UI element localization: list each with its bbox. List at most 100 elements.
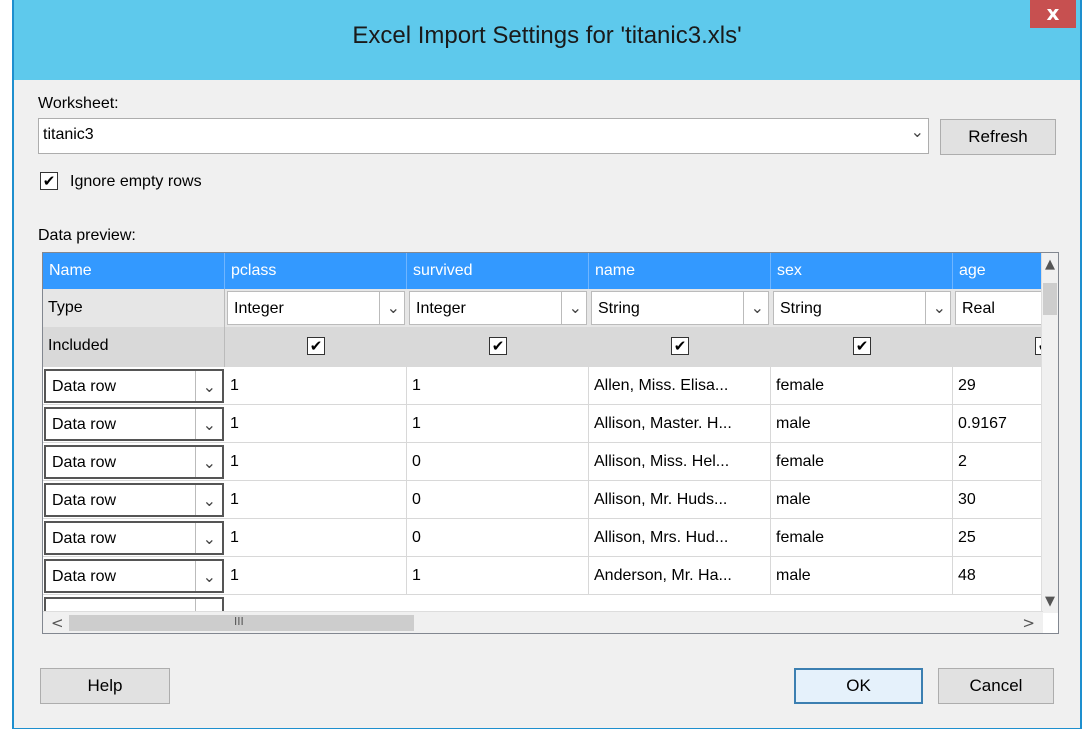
cell-age: 29 [953, 367, 1043, 405]
table-row: Data row ⌄ 1 0 Allison, Mrs. Hud... femal… [43, 519, 1043, 557]
ignore-empty-rows-checkbox[interactable]: ✔ [40, 172, 58, 190]
row-kind-value: Data row [52, 378, 117, 395]
cell-name: Anderson, Mr. Ha... [589, 557, 771, 595]
column-header-sex[interactable]: sex [771, 253, 953, 289]
chevron-down-icon: ⌄ [202, 379, 216, 396]
chevron-down-icon: ⌄ [202, 493, 216, 510]
type-value: String [780, 300, 822, 317]
cell-pclass: 1 [225, 557, 407, 595]
included-checkbox-pclass[interactable]: ✔ [307, 337, 325, 355]
type-value: Integer [234, 300, 284, 317]
cell-survived: 1 [407, 405, 589, 443]
divider [195, 485, 196, 515]
divider [195, 409, 196, 439]
column-header-age[interactable]: age [953, 253, 1043, 289]
included-checkbox-survived[interactable]: ✔ [489, 337, 507, 355]
chevron-down-icon: ⌄ [202, 455, 216, 472]
cell-survived: 1 [407, 557, 589, 595]
cell-pclass: 1 [225, 443, 407, 481]
cancel-button[interactable]: Cancel [938, 668, 1054, 704]
cell-survived: 0 [407, 481, 589, 519]
worksheet-value: titanic3 [43, 126, 94, 143]
divider [379, 292, 380, 324]
divider [925, 292, 926, 324]
data-preview-grid[interactable]: Name pclass survived name sex age Type I… [42, 252, 1059, 634]
import-settings-dialog: Excel Import Settings for 'titanic3.xls'… [12, 0, 1082, 729]
type-row-label: Type [43, 289, 225, 327]
included-row: Included ✔ ✔ ✔ ✔ ✔ [43, 327, 1043, 367]
included-row-label: Included [43, 327, 225, 367]
row-kind-dropdown[interactable]: Data row ⌄ [44, 483, 224, 517]
chevron-down-icon: ⌄ [202, 417, 216, 434]
type-dropdown-survived[interactable]: Integer ⌄ [409, 291, 587, 325]
row-kind-value: Data row [52, 492, 117, 509]
cell-name: Allison, Master. H... [589, 405, 771, 443]
chevron-down-icon: ⌄ [202, 569, 216, 586]
cell-sex: female [771, 443, 953, 481]
cell-survived: 0 [407, 443, 589, 481]
column-header-row: Name pclass survived name sex age [43, 253, 1043, 289]
help-button[interactable]: Help [40, 668, 170, 704]
refresh-button[interactable]: Refresh [940, 119, 1056, 155]
divider [195, 447, 196, 477]
type-dropdown-sex[interactable]: String ⌄ [773, 291, 951, 325]
type-value: String [598, 300, 640, 317]
grip-icon: III [234, 615, 244, 628]
type-value: Integer [416, 300, 466, 317]
horizontal-scroll-thumb[interactable]: III [69, 615, 414, 631]
table-row: Data row ⌄ 1 0 Allison, Miss. Hel... fema… [43, 443, 1043, 481]
title-bar: Excel Import Settings for 'titanic3.xls'… [14, 0, 1080, 80]
data-preview-label: Data preview: [38, 227, 136, 244]
cell-name: Allison, Miss. Hel... [589, 443, 771, 481]
cell-sex: female [771, 519, 953, 557]
header-name-label: Name [43, 253, 225, 289]
vertical-scroll-thumb[interactable] [1043, 283, 1057, 315]
close-button[interactable]: x [1030, 0, 1076, 28]
row-kind-dropdown[interactable]: Data row ⌄ [44, 445, 224, 479]
scroll-right-icon[interactable]: > [1022, 614, 1035, 632]
row-kind-dropdown[interactable]: Data row ⌄ [44, 369, 224, 403]
cell-name: Allen, Miss. Elisa... [589, 367, 771, 405]
divider [195, 371, 196, 401]
divider [195, 523, 196, 553]
table-row: Data row ⌄ 1 1 Allen, Miss. Elisa... fema… [43, 367, 1043, 405]
worksheet-dropdown[interactable]: titanic3 ⌄ [38, 118, 929, 154]
type-dropdown-age[interactable]: Real ⌄ [955, 291, 1043, 325]
cell-name: Allison, Mrs. Hud... [589, 519, 771, 557]
scroll-down-icon[interactable]: ▼ [1045, 594, 1055, 609]
worksheet-label: Worksheet: [38, 95, 119, 112]
vertical-scrollbar[interactable]: ▲ ▼ [1041, 253, 1058, 613]
cell-sex: male [771, 405, 953, 443]
cell-pclass: 1 [225, 519, 407, 557]
row-kind-dropdown[interactable]: Data row ⌄ [44, 559, 224, 593]
scroll-left-icon[interactable]: < [51, 614, 64, 632]
cell-age: 0.9167 [953, 405, 1043, 443]
type-dropdown-pclass[interactable]: Integer ⌄ [227, 291, 405, 325]
included-checkbox-sex[interactable]: ✔ [853, 337, 871, 355]
row-kind-dropdown[interactable]: Data row ⌄ [44, 521, 224, 555]
horizontal-scrollbar[interactable]: < III > [43, 611, 1043, 633]
cell-age: 30 [953, 481, 1043, 519]
cell-survived: 0 [407, 519, 589, 557]
divider [561, 292, 562, 324]
table-row: Data row ⌄ 1 1 Allison, Master. H... male… [43, 405, 1043, 443]
table-row: Data row ⌄ 1 1 Anderson, Mr. Ha... male 4… [43, 557, 1043, 595]
row-kind-dropdown[interactable]: Data row ⌄ [44, 407, 224, 441]
scroll-up-icon[interactable]: ▲ [1045, 257, 1055, 272]
cell-sex: male [771, 557, 953, 595]
included-checkbox-name[interactable]: ✔ [671, 337, 689, 355]
row-kind-value: Data row [52, 530, 117, 547]
cell-pclass: 1 [225, 481, 407, 519]
divider [195, 561, 196, 591]
row-kind-value: Data row [52, 416, 117, 433]
column-header-name[interactable]: name [589, 253, 771, 289]
chevron-down-icon: ⌄ [932, 300, 946, 317]
column-header-survived[interactable]: survived [407, 253, 589, 289]
chevron-down-icon: ⌄ [386, 300, 400, 317]
column-header-pclass[interactable]: pclass [225, 253, 407, 289]
row-kind-value: Data row [52, 568, 117, 585]
ok-button[interactable]: OK [794, 668, 923, 704]
chevron-down-icon: ⌄ [568, 300, 582, 317]
row-kind-value: Data row [52, 454, 117, 471]
type-dropdown-name[interactable]: String ⌄ [591, 291, 769, 325]
